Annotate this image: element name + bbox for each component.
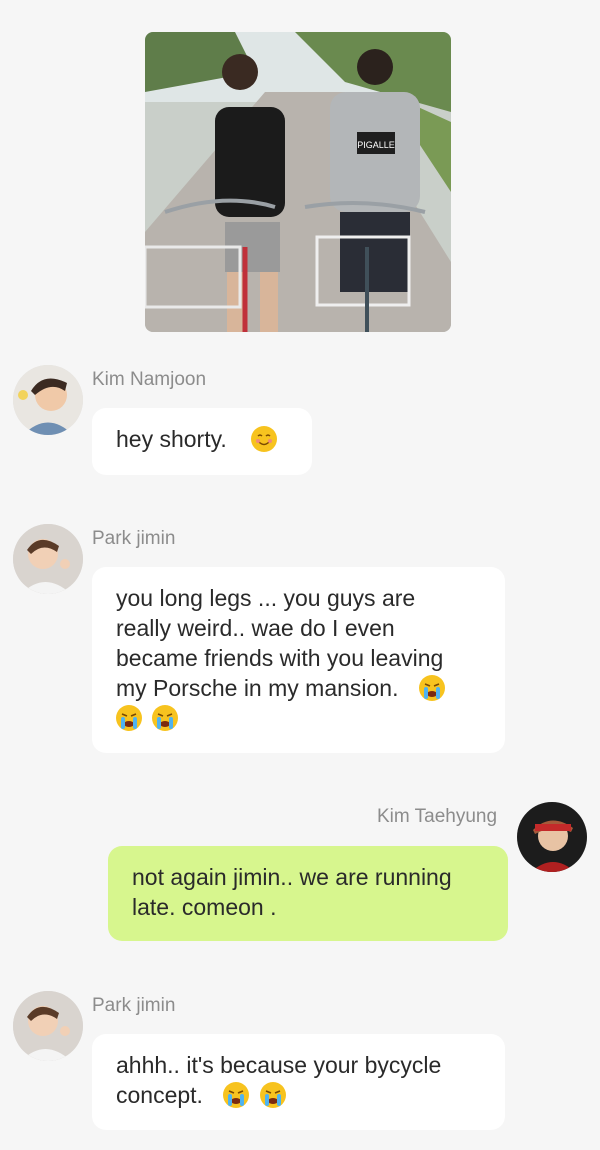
message-bubble[interactable]: ahhh.. it's because your bycycle concept… bbox=[92, 1034, 505, 1130]
message-bubble-own[interactable]: not again jimin.. we are running late. c… bbox=[108, 846, 508, 941]
message-text-line: concept. bbox=[116, 1082, 203, 1108]
avatar-park-jimin[interactable] bbox=[13, 524, 83, 594]
message-text-line: you long legs ... you guys are bbox=[116, 585, 416, 611]
crying-face-icon bbox=[418, 675, 445, 701]
crying-face-icon bbox=[223, 1082, 250, 1108]
message-text-line: became friends with you leaving bbox=[116, 645, 444, 671]
message-text-line: ahhh.. it's because your bycycle bbox=[116, 1052, 442, 1078]
smiling-face-icon bbox=[251, 426, 278, 452]
message-text-line: late. comeon . bbox=[132, 894, 277, 920]
crying-face-icon bbox=[116, 705, 142, 731]
sender-name: Kim Namjoon bbox=[92, 369, 207, 390]
message-bubble[interactable]: hey shorty. bbox=[92, 408, 312, 475]
crying-face-icon bbox=[259, 1082, 286, 1108]
avatar-kim-taehyung[interactable] bbox=[517, 802, 587, 872]
message-text-line: really weird.. wae do I even bbox=[116, 615, 395, 641]
sender-name: Park jimin bbox=[92, 995, 176, 1016]
message-text: hey shorty. bbox=[116, 426, 227, 452]
message-text-line: my Porsche in my mansion. bbox=[116, 675, 399, 701]
crying-face-icon bbox=[152, 705, 179, 731]
sender-name: Kim Taehyung bbox=[377, 806, 498, 827]
message-text-line: not again jimin.. we are running bbox=[132, 864, 452, 890]
message-bubble[interactable]: you long legs ... you guys are really we… bbox=[92, 567, 505, 753]
shirt-print-text: PIGALLE bbox=[357, 140, 395, 150]
photo-message[interactable]: PIGALLE bbox=[145, 32, 451, 332]
avatar-kim-namjoon[interactable] bbox=[13, 365, 83, 435]
sender-name: Park jimin bbox=[92, 528, 176, 549]
avatar-park-jimin[interactable] bbox=[13, 991, 83, 1061]
